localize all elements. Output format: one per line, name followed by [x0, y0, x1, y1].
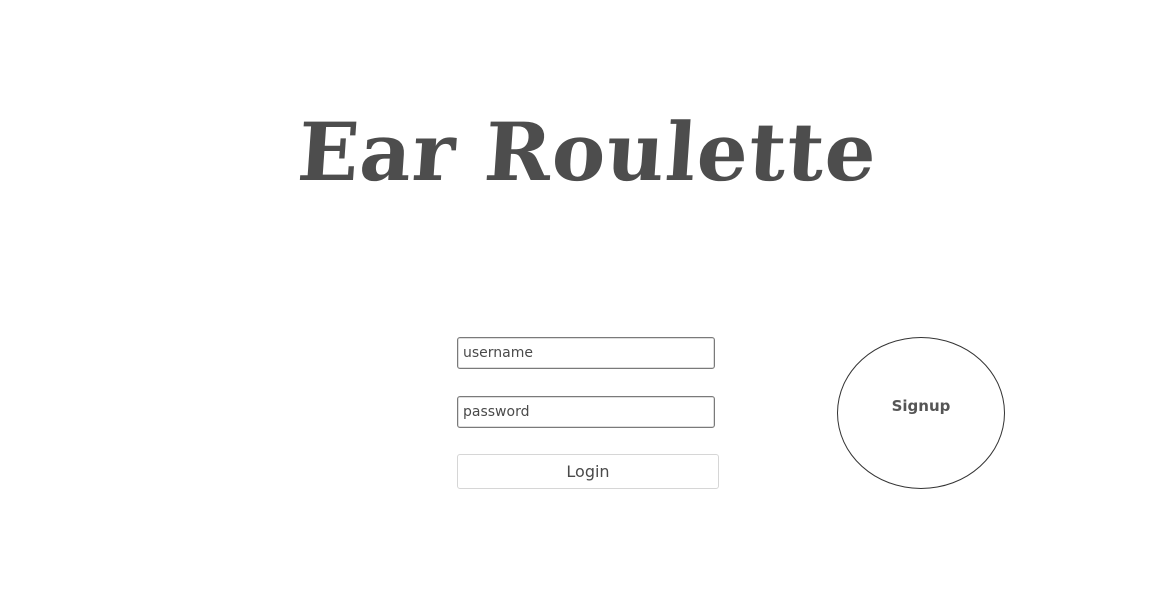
signup-button[interactable]: Signup	[837, 337, 1005, 489]
username-input[interactable]	[457, 337, 715, 369]
login-button-label: Login	[566, 462, 610, 481]
login-button[interactable]: Login	[457, 454, 719, 489]
signup-button-label: Signup	[891, 397, 951, 415]
app-title: Ear Roulette	[294, 105, 881, 199]
password-input[interactable]	[457, 396, 715, 428]
